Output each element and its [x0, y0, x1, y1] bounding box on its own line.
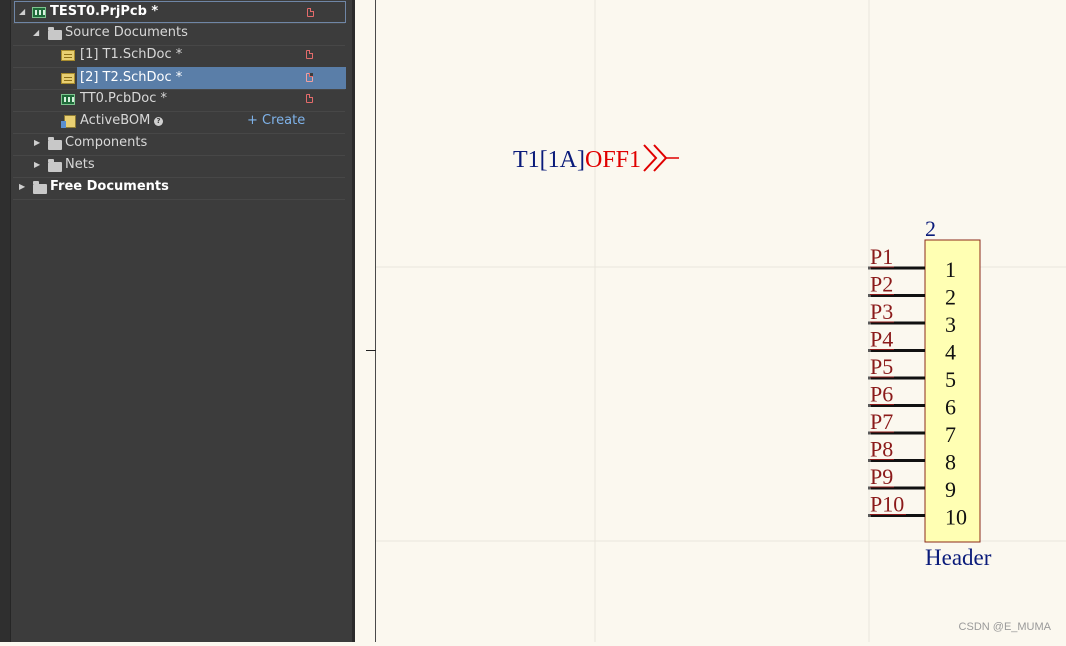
net-label[interactable]: P6: [870, 382, 893, 407]
document-label: [1] T1.SchDoc *: [80, 47, 183, 62]
schematic-svg[interactable]: T1[1A] OFF1 2 P1 1 P2 2 P3 3 P4 4 P5 5 P6 6 P7 7 P8 8 P9…: [376, 0, 1066, 642]
folder-icon: [48, 27, 62, 40]
component-designator: 2: [925, 216, 936, 241]
net-label[interactable]: P7: [870, 409, 893, 434]
modified-doc-icon: [306, 73, 313, 82]
folder-icon: [33, 181, 47, 194]
net-label[interactable]: P4: [870, 327, 893, 352]
folder-icon: [48, 159, 62, 172]
pin-number: 1: [945, 257, 956, 282]
components-label: Components: [65, 135, 148, 150]
watermark: CSDN @E_MUMA: [958, 621, 1051, 633]
pin-number: 9: [945, 477, 956, 502]
document-label: [2] T2.SchDoc *: [80, 70, 183, 85]
header-component[interactable]: 2 P1 1 P2 2 P3 3 P4 4 P5 5 P6 6 P7 7 P8 8 P9 9 P10 10 Heade…: [868, 216, 992, 570]
pins-group: P1 1 P2 2 P3 3 P4 4 P5 5 P6 6 P7 7 P8 8 P9 9 P10 10: [868, 244, 967, 530]
project-icon: [32, 7, 46, 18]
expanded-triangle-icon[interactable]: ◢: [33, 22, 39, 44]
row-divider: [13, 199, 345, 200]
component-comment: Header: [925, 545, 992, 570]
net-label[interactable]: P3: [870, 299, 893, 324]
pin-number: 6: [945, 395, 956, 420]
net-label[interactable]: P8: [870, 437, 893, 462]
pin-number: 7: [945, 422, 956, 447]
pin-number: 5: [945, 367, 956, 392]
pin-number: 2: [945, 285, 956, 310]
pin-number: 4: [945, 340, 956, 365]
tree-item-activebom[interactable]: ActiveBOM ? + Create: [14, 110, 346, 132]
pin-number: 8: [945, 450, 956, 475]
create-activebom-link[interactable]: + Create: [247, 110, 305, 132]
tree-item-free-documents[interactable]: ▶ Free Documents: [14, 176, 346, 198]
tree-item-document[interactable]: [1] T1.SchDoc *: [14, 44, 346, 66]
port-arrow-icon: [643, 144, 668, 172]
free-documents-label: Free Documents: [50, 179, 169, 194]
collapsed-triangle-icon[interactable]: ▶: [19, 176, 25, 198]
pin-number: 10: [945, 505, 967, 530]
folder-icon: [48, 137, 62, 150]
net-label[interactable]: P5: [870, 354, 893, 379]
activebom-icon: [61, 115, 76, 128]
schematic-doc-icon: [61, 50, 75, 61]
off-sheet-port[interactable]: T1[1A] OFF1: [513, 144, 679, 173]
modified-doc-icon: [306, 50, 313, 59]
net-label[interactable]: P1: [870, 244, 893, 269]
port-sheet-ref: T1[1A]: [513, 147, 585, 173]
tree-item-nets[interactable]: ▶ Nets: [14, 154, 346, 176]
net-label[interactable]: P9: [870, 464, 893, 489]
expanded-triangle-icon[interactable]: ◢: [19, 2, 25, 22]
pin-number: 3: [945, 312, 956, 337]
projects-panel: ◢ TEST0.PrjPcb * ◢ Source Documents [1] …: [0, 0, 355, 642]
net-label[interactable]: P10: [870, 492, 904, 517]
collapsed-triangle-icon[interactable]: ▶: [34, 132, 40, 154]
collapsed-triangle-icon[interactable]: ▶: [34, 154, 40, 176]
schematic-left-margin: [355, 0, 376, 642]
pcb-doc-icon: [61, 94, 75, 105]
activebom-label: ActiveBOM: [80, 113, 151, 128]
modified-doc-icon: [306, 94, 313, 103]
tree-item-components[interactable]: ▶ Components: [14, 132, 346, 154]
nets-label: Nets: [65, 157, 95, 172]
help-icon[interactable]: ?: [154, 117, 163, 126]
modified-doc-icon: [307, 8, 314, 17]
source-documents-label: Source Documents: [65, 25, 188, 40]
tree-item-document-selected[interactable]: [2] T2.SchDoc *: [61, 67, 346, 89]
port-net-name: OFF1: [585, 147, 641, 173]
margin-tick: [366, 350, 376, 351]
tree-item-project[interactable]: ◢ TEST0.PrjPcb *: [14, 1, 346, 23]
document-label: TT0.PcbDoc *: [80, 91, 168, 106]
schematic-doc-icon: [61, 73, 75, 84]
schematic-canvas[interactable]: T1[1A] OFF1 2 P1 1 P2 2 P3 3 P4 4 P5 5 P6 6 P7 7 P8 8 P9…: [376, 0, 1066, 642]
tree-item-document[interactable]: TT0.PcbDoc *: [14, 88, 346, 110]
project-label: TEST0.PrjPcb *: [50, 4, 159, 19]
net-label[interactable]: P2: [870, 272, 893, 297]
tree-item-source-documents[interactable]: ◢ Source Documents: [14, 22, 346, 44]
panel-edge: [0, 0, 11, 642]
